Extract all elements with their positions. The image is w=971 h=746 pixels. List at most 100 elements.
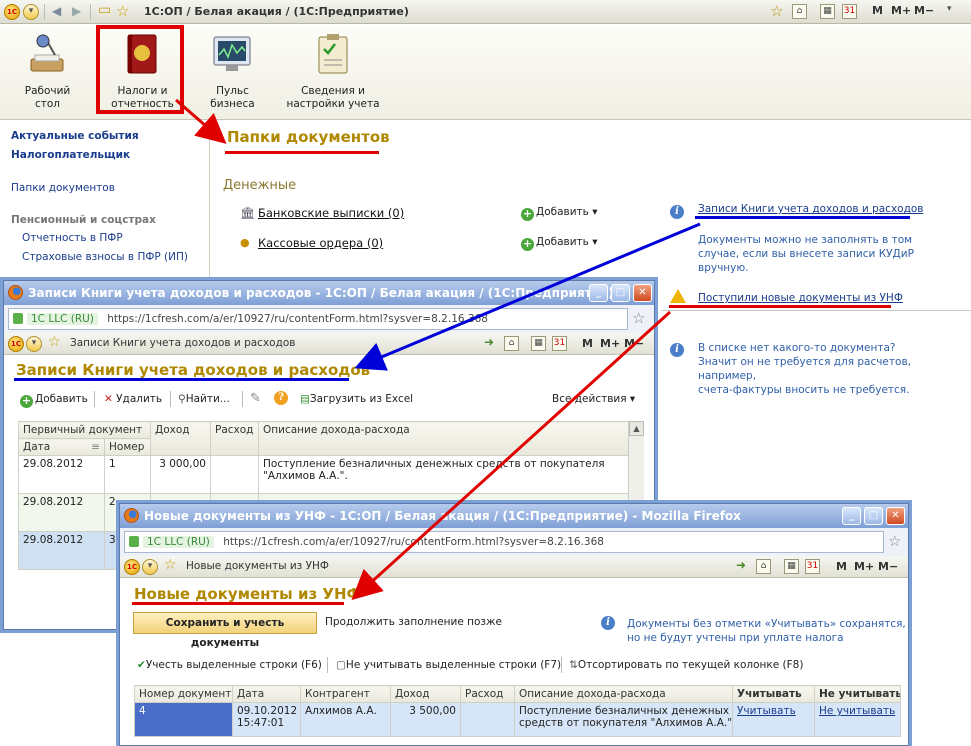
window-menu-icon[interactable]: ▾ [947,4,952,14]
maximize-button[interactable]: □ [611,284,630,302]
menu-dropdown-icon[interactable]: ▾ [142,559,158,575]
bank-statements-link[interactable]: Банковские выписки (0) [258,206,404,220]
table-row[interactable]: 4 09.10.2012 15:47:01 Алхимов А.А. 3 500,… [134,702,901,737]
table-row[interactable]: 29.08.2012 1 3 000,00 Поступление безнал… [18,455,629,494]
calculator-icon[interactable]: ▦ [531,336,546,351]
info-icon: i [601,616,615,630]
link-arrow-icon[interactable]: ➜ [484,335,494,349]
section-business-pulse[interactable]: Пульс бизнеса [185,25,280,117]
nav-item-events[interactable]: Актуальные события [11,130,139,142]
menu-dropdown-icon[interactable]: ▾ [26,336,42,352]
kudir-records-link[interactable]: Записи Книги учета доходов и расходов [698,203,923,215]
save-and-account-button[interactable]: Сохранить и учесть документы [133,612,317,649]
skip-selected-button[interactable]: ▢Не учитывать выделенные строки (F7) [336,659,561,671]
1c-logo-icon[interactable]: 1С [4,4,20,20]
help-button[interactable]: ? [274,391,288,405]
section-settings[interactable]: Сведения и настройки учета [283,25,383,117]
favorites-star-icon[interactable]: ☆ [116,2,129,20]
note-line: случае, если вы внесете записи КУДиР [698,248,914,260]
column-header[interactable]: Учитывать [732,685,815,703]
section-panel: Рабочий стол Налоги и отчетность Пульс бизн… [0,25,971,120]
sort-button[interactable]: ⇅Отсортировать по текущей колонке (F8) [569,659,803,671]
red-underline [132,602,344,605]
home-icon[interactable]: ⌂ [756,559,771,574]
close-button[interactable]: ✕ [886,507,905,525]
close-button[interactable]: ✕ [633,284,652,302]
column-header[interactable]: Не учитывать [814,685,901,703]
memory-m-button[interactable]: M [582,337,593,350]
plus-icon: + [521,207,534,221]
column-header[interactable]: Контрагент [300,685,391,703]
memory-mminus-button[interactable]: M− [914,4,934,17]
favorites-star-icon[interactable]: ☆ [48,334,61,350]
memory-mplus-button[interactable]: M+ [891,4,911,17]
calculator-icon[interactable]: ▦ [784,559,799,574]
address-bar[interactable]: 1C LLC (RU) https://1cfresh.com/a/er/109… [124,531,884,553]
continue-later-button[interactable]: Продолжить заполнение позже [325,616,502,628]
memory-m-button[interactable]: M [836,560,847,573]
forward-arrow-icon[interactable]: ▶ [72,4,81,18]
link-icon[interactable]: ⌂ [792,4,807,19]
add-button[interactable]: + Добавить [20,393,88,408]
1c-logo-icon[interactable]: 1С [8,336,24,352]
calendar-icon[interactable]: 31 [805,559,820,574]
memory-mplus-button[interactable]: M+ [600,337,620,350]
column-header[interactable]: Дата ≡ [18,438,105,456]
window-titlebar: Новые документы из УНФ - 1С:ОП / Белая а… [120,504,908,528]
nav-item-pfr-reports[interactable]: Отчетность в ПФР [22,232,123,244]
home-icon[interactable]: ⌂ [504,336,519,351]
minimize-button[interactable]: _ [589,284,608,302]
memory-mminus-button[interactable]: M− [624,337,644,350]
favorites-star-icon[interactable]: ☆ [164,557,177,573]
address-bar[interactable]: 1C LLC (RU) https://1cfresh.com/a/er/109… [8,308,628,330]
memory-mplus-button[interactable]: M+ [854,560,874,573]
column-header[interactable]: Расход [460,685,515,703]
calculator-icon[interactable]: ▦ [820,4,835,19]
delete-button[interactable]: ✕ Удалить [104,393,162,405]
memory-mminus-button[interactable]: M− [878,560,898,573]
delete-x-icon: ✕ [104,393,113,405]
column-header[interactable]: Описание дохода-расхода [258,421,629,456]
checkmark-icon: ✔ [137,659,146,671]
find-label: Найти... [185,393,230,405]
site-identity: 1C LLC (RU) [143,536,214,548]
link-arrow-icon[interactable]: ➜ [736,558,746,572]
menu-dropdown-icon[interactable]: ▾ [23,4,39,20]
column-header[interactable]: Номер [104,438,151,456]
time-line: 15:47:01 [237,717,285,729]
calendar-icon[interactable]: 31 [842,4,857,19]
load-excel-button[interactable]: ▤Загрузить из Excel [300,393,413,405]
all-actions-button[interactable]: Все действия ▾ [552,393,635,405]
add-bank-statement-button[interactable]: + Добавить ▾ [521,206,597,221]
1c-logo-icon[interactable]: 1С [124,559,140,575]
column-header[interactable]: Номер документа [134,685,233,703]
cash-orders-link[interactable]: Кассовые ордера (0) [258,236,383,250]
maximize-button[interactable]: □ [864,507,883,525]
memory-m-button[interactable]: M [872,4,883,17]
section-desktop[interactable]: Рабочий стол [0,25,95,117]
clear-filter-icon[interactable]: ✎ [250,391,261,406]
column-header[interactable]: Первичный документ [18,421,151,439]
find-button[interactable]: ⚲Найти... [178,393,230,405]
favorite-add-icon[interactable]: ☆ [770,2,783,20]
take-link[interactable]: Учитывать [732,702,815,737]
scroll-up-arrow-icon[interactable]: ▲ [629,421,644,436]
history-icon[interactable]: ▭ [98,2,111,18]
skip-link[interactable]: Не учитывать [814,702,901,737]
column-header[interactable]: Описание дохода-расхода [514,685,733,703]
column-header[interactable]: Доход [390,685,461,703]
column-header[interactable]: Расход [210,421,259,456]
minimize-button[interactable]: _ [842,507,861,525]
column-header[interactable]: Дата [232,685,301,703]
take-selected-button[interactable]: ✔Учесть выделенные строки (F6) [137,659,322,671]
bookmark-star-icon[interactable]: ☆ [632,309,645,327]
calendar-icon[interactable]: 31 [552,336,567,351]
back-arrow-icon[interactable]: ◀ [52,4,61,18]
nav-item-pfr-contributions[interactable]: Страховые взносы в ПФР (ИП) [22,251,188,263]
nav-item-taxpayer[interactable]: Налогоплательщик [11,149,130,161]
column-header[interactable]: Доход [150,421,211,456]
add-cash-order-button[interactable]: + Добавить ▾ [521,236,597,251]
new-unf-docs-link[interactable]: Поступили новые документы из УНФ [698,292,903,304]
bookmark-star-icon[interactable]: ☆ [888,532,901,550]
nav-item-document-folders[interactable]: Папки документов [11,182,115,194]
